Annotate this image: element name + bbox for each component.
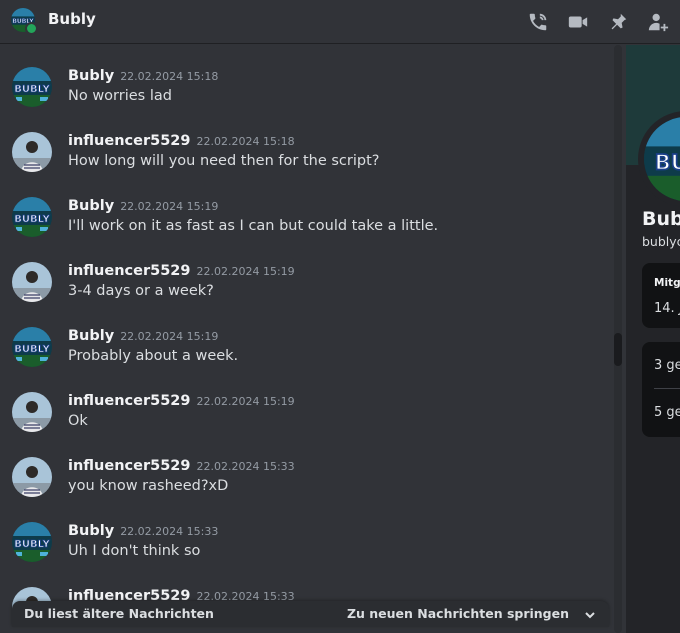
message-item[interactable]: influencer5529 22.02.2024 15:19 Ok xyxy=(0,390,614,455)
message-text: I'll work on it as fast as I can but cou… xyxy=(68,218,439,234)
profile-display-name: Bubl xyxy=(642,208,680,230)
message-avatar[interactable]: BUBLY xyxy=(12,327,52,367)
card-divider xyxy=(654,388,680,389)
message-text: How long will you need then for the scri… xyxy=(68,153,380,169)
header-avatar[interactable]: BUBLY xyxy=(11,8,38,35)
message-timestamp: 22.02.2024 15:33 xyxy=(120,525,219,538)
message-author[interactable]: influencer5529 xyxy=(68,133,190,149)
member-since-value: 14. J xyxy=(654,301,680,316)
message-timestamp: 22.02.2024 15:19 xyxy=(196,265,295,278)
video-icon[interactable] xyxy=(565,9,591,35)
user-profile-panel: BUBL Bubl bublyc Mitgl 14. J 3 ge 5 ge xyxy=(626,45,680,633)
channel-title: Bubly xyxy=(48,10,96,28)
message-timestamp: 22.02.2024 15:19 xyxy=(120,330,219,343)
message-item[interactable]: BUBLY Bubly 22.02.2024 15:19 Probably about… xyxy=(0,325,614,390)
message-header: Bubly 22.02.2024 15:19 xyxy=(68,195,218,214)
svg-text:BUBLY: BUBLY xyxy=(14,344,50,355)
chevron-down-icon[interactable] xyxy=(583,607,597,621)
message-text: Probably about a week. xyxy=(68,348,239,364)
mutual-friends-row[interactable]: 5 ge xyxy=(654,405,680,420)
channel-header: BUBLY Bubly xyxy=(0,0,680,44)
message-text: No worries lad xyxy=(68,88,172,104)
message-text: Uh I don't think so xyxy=(68,543,201,559)
message-author[interactable]: Bubly xyxy=(68,328,114,344)
svg-text:BUBLY: BUBLY xyxy=(14,84,50,95)
message-avatar[interactable] xyxy=(12,392,52,432)
message-header: Bubly 22.02.2024 15:19 xyxy=(68,325,218,344)
message-header: Bubly 22.02.2024 15:33 xyxy=(68,520,218,539)
pin-icon[interactable] xyxy=(605,9,631,35)
message-author[interactable]: influencer5529 xyxy=(68,393,190,409)
phone-call-icon[interactable] xyxy=(525,9,551,35)
jump-to-present-button[interactable]: Zu neuen Nachrichten springen xyxy=(347,606,569,621)
message-text: you know rasheed?xD xyxy=(68,478,229,494)
message-header: influencer5529 22.02.2024 15:19 xyxy=(68,260,295,279)
message-text: 3-4 days or a week? xyxy=(68,283,214,299)
message-header: Bubly 22.02.2024 15:18 xyxy=(68,65,218,84)
message-item[interactable]: influencer5529 22.02.2024 15:19 3-4 days o… xyxy=(0,260,614,325)
message-header: influencer5529 22.02.2024 15:19 xyxy=(68,390,295,409)
message-item[interactable]: BUBLY Bubly 22.02.2024 15:33 Uh I don't thi… xyxy=(0,520,614,585)
message-item[interactable]: influencer5529 22.02.2024 15:33 you know r… xyxy=(0,455,614,520)
message-item[interactable]: influencer5529 22.02.2024 15:18 How long w… xyxy=(0,130,614,195)
mutual-servers-row[interactable]: 3 ge xyxy=(654,358,680,373)
member-since-label: Mitgl xyxy=(654,277,680,289)
message-text: Ok xyxy=(68,413,88,429)
mutual-card: 3 ge 5 ge xyxy=(642,342,680,437)
message-avatar[interactable] xyxy=(12,262,52,302)
reading-older-label: Du liest ältere Nachrichten xyxy=(24,606,214,621)
message-avatar[interactable]: BUBLY xyxy=(12,67,52,107)
message-author[interactable]: influencer5529 xyxy=(68,458,190,474)
message-avatar[interactable]: BUBLY xyxy=(12,522,52,562)
scrollbar-thumb[interactable] xyxy=(614,333,622,366)
message-author[interactable]: Bubly xyxy=(68,68,114,84)
message-avatar[interactable] xyxy=(12,132,52,172)
message-author[interactable]: influencer5529 xyxy=(68,263,190,279)
message-timestamp: 22.02.2024 15:18 xyxy=(196,135,295,148)
message-timestamp: 22.02.2024 15:19 xyxy=(196,395,295,408)
message-header: influencer5529 22.02.2024 15:18 xyxy=(68,130,295,149)
older-messages-bar[interactable]: Du liest ältere Nachrichten Zu neuen Nac… xyxy=(12,601,609,627)
svg-text:BUBLY: BUBLY xyxy=(14,214,50,225)
message-avatar[interactable] xyxy=(12,457,52,497)
message-author[interactable]: Bubly xyxy=(68,198,114,214)
svg-text:BUBLY: BUBLY xyxy=(14,539,50,550)
profile-username: bublyc xyxy=(642,234,680,249)
message-header: influencer5529 22.02.2024 15:33 xyxy=(68,455,295,474)
message-item[interactable]: BUBLY Bubly 22.02.2024 15:19 I'll work on i… xyxy=(0,195,614,260)
online-status-dot xyxy=(25,22,38,35)
svg-text:BUBL: BUBL xyxy=(655,151,680,175)
message-item[interactable]: BUBLY Bubly 22.02.2024 15:18 No worries lad xyxy=(0,65,614,130)
message-timestamp: 22.02.2024 15:19 xyxy=(120,200,219,213)
add-user-icon[interactable] xyxy=(645,9,671,35)
member-since-card: Mitgl 14. J xyxy=(642,263,680,328)
message-timestamp: 22.02.2024 15:33 xyxy=(196,460,295,473)
message-timestamp: 22.02.2024 15:18 xyxy=(120,70,219,83)
message-author[interactable]: Bubly xyxy=(68,523,114,539)
message-list[interactable]: BUBLY Bubly 22.02.2024 15:18 No worries lad… xyxy=(0,45,614,633)
message-avatar[interactable]: BUBLY xyxy=(12,197,52,237)
